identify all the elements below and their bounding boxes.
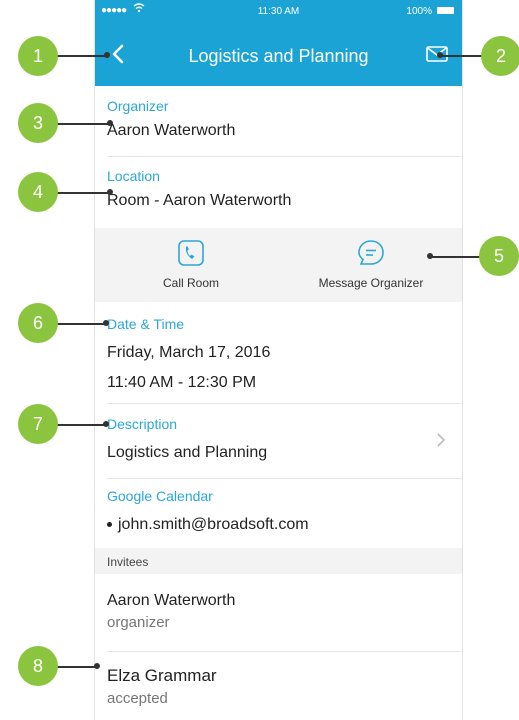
description-label: Description bbox=[107, 416, 178, 432]
callout-leader bbox=[57, 323, 105, 325]
callout-leader bbox=[440, 55, 482, 57]
callout-8: 8 bbox=[18, 646, 58, 686]
callout-dot bbox=[107, 120, 113, 126]
message-organizer-button[interactable]: Message Organizer bbox=[301, 238, 441, 290]
datetime-label: Date & Time bbox=[107, 316, 185, 332]
invitee-name: Elza Grammar bbox=[107, 666, 217, 685]
callout-dot bbox=[427, 253, 433, 259]
invitee-name: Aaron Waterworth bbox=[107, 592, 236, 609]
time-value: 11:40 AM - 12:30 PM bbox=[107, 374, 257, 391]
callout-leader bbox=[57, 55, 105, 57]
callout-7: 7 bbox=[18, 404, 58, 444]
divider bbox=[107, 156, 462, 157]
divider bbox=[107, 403, 462, 404]
phone-screen: ●●●●● 11:30 AM 100% Logistics and Planni… bbox=[94, 0, 463, 720]
list-item[interactable]: Elza Grammar accepted bbox=[107, 666, 450, 707]
page-title: Logistics and Planning bbox=[188, 46, 369, 66]
callout-leader bbox=[430, 256, 482, 258]
nav-bar: Logistics and Planning bbox=[95, 22, 462, 86]
invitees-header: Invitees bbox=[95, 548, 462, 574]
organizer-label: Organizer bbox=[107, 98, 169, 114]
chat-bubble-icon bbox=[358, 240, 384, 265]
invitees-label: Invitees bbox=[107, 555, 149, 569]
call-room-label: Call Room bbox=[162, 276, 219, 290]
callout-leader bbox=[57, 123, 109, 125]
phone-icon bbox=[178, 240, 204, 266]
callout-6: 6 bbox=[18, 303, 58, 343]
callout-leader bbox=[57, 424, 105, 426]
location-value: Room - Aaron Waterworth bbox=[107, 192, 292, 209]
divider bbox=[107, 478, 462, 479]
chevron-right-icon[interactable] bbox=[436, 432, 446, 448]
divider bbox=[107, 651, 462, 652]
callout-dot bbox=[107, 189, 113, 195]
description-value: Logistics and Planning bbox=[107, 444, 268, 461]
callout-1: 1 bbox=[18, 36, 58, 76]
action-bar: Call Room Message Organizer bbox=[95, 228, 462, 302]
callout-dot bbox=[94, 663, 100, 669]
date-value: Friday, March 17, 2016 bbox=[107, 344, 271, 361]
call-room-button[interactable]: Call Room bbox=[141, 238, 241, 290]
callout-4: 4 bbox=[18, 172, 58, 212]
description-section[interactable]: Description Logistics and Planning bbox=[107, 416, 450, 462]
callout-dot bbox=[103, 421, 109, 427]
callout-leader bbox=[57, 666, 97, 668]
bullet-icon bbox=[107, 522, 112, 528]
callout-leader bbox=[57, 192, 109, 194]
calendar-label: Google Calendar bbox=[107, 488, 213, 504]
callout-2: 2 bbox=[481, 36, 519, 76]
calendar-section: Google Calendar john.smith@broadsoft.com bbox=[107, 488, 450, 534]
location-section: Location Room - Aaron Waterworth bbox=[107, 168, 450, 210]
invitee-status: organizer bbox=[107, 614, 170, 631]
list-item[interactable]: Aaron Waterworth organizer bbox=[107, 592, 450, 631]
calendar-account: john.smith@broadsoft.com bbox=[107, 516, 450, 534]
callout-dot bbox=[103, 320, 109, 326]
callout-dot bbox=[437, 52, 443, 58]
organizer-section: Organizer Aaron Waterworth bbox=[107, 98, 450, 140]
message-organizer-label: Message Organizer bbox=[318, 276, 424, 290]
status-bar: ●●●●● 11:30 AM 100% bbox=[95, 0, 462, 22]
organizer-value: Aaron Waterworth bbox=[107, 122, 236, 139]
location-label: Location bbox=[107, 168, 160, 184]
callout-dot bbox=[104, 52, 110, 58]
calendar-account-email: john.smith@broadsoft.com bbox=[118, 516, 309, 533]
battery-icon bbox=[437, 7, 454, 14]
callout-5: 5 bbox=[479, 236, 519, 276]
battery-percent: 100% bbox=[406, 6, 432, 17]
callout-3: 3 bbox=[18, 103, 58, 143]
datetime-section: Date & Time Friday, March 17, 2016 11:40… bbox=[107, 316, 450, 392]
invitee-status: accepted bbox=[107, 690, 168, 707]
